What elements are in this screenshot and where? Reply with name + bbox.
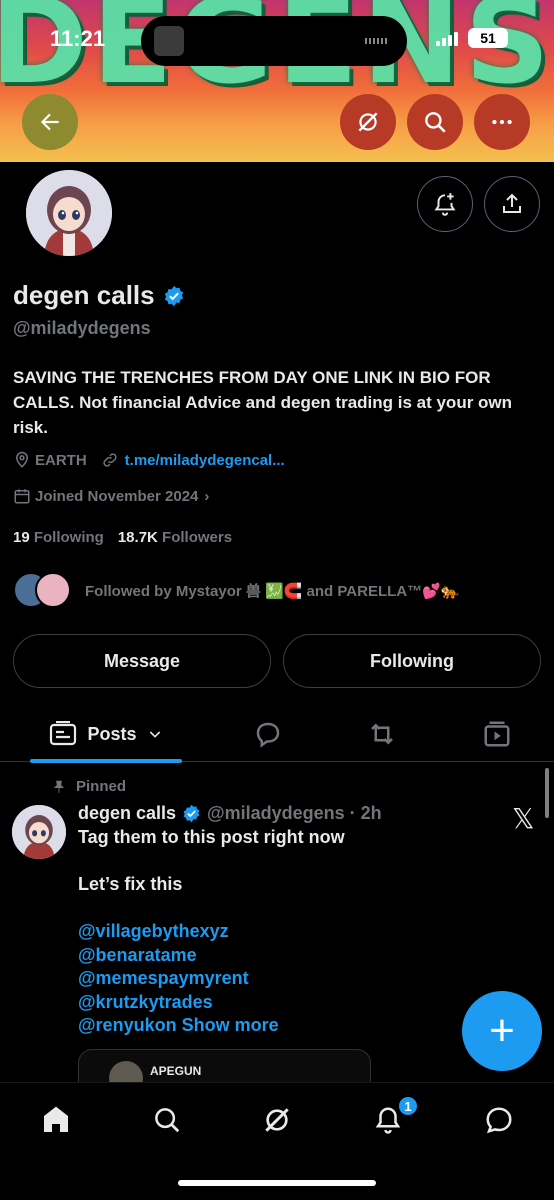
verified-badge-icon	[183, 804, 200, 823]
post-author-avatar[interactable]	[12, 805, 66, 859]
search-icon	[155, 1108, 180, 1133]
joined-row[interactable]: Joined November 2024 ›	[13, 487, 209, 505]
active-tab-indicator	[30, 759, 182, 763]
repost-icon	[371, 723, 393, 745]
pinned-indicator: Pinned	[52, 778, 126, 795]
show-more-link[interactable]: Show more	[182, 1015, 279, 1035]
mention-link[interactable]: @benaratame	[78, 944, 508, 968]
signal-icon	[436, 30, 460, 46]
posts-icon	[50, 721, 77, 746]
following-label: Following	[33, 529, 104, 546]
followers-label: Followers	[162, 529, 233, 546]
grok-icon	[265, 1108, 289, 1132]
profile-handle: @miladydegens	[13, 318, 151, 338]
tab-media[interactable]	[475, 706, 519, 762]
post-author-name[interactable]: degen calls	[78, 803, 176, 824]
now-playing-thumbnail	[154, 26, 184, 56]
more-horizontal-icon	[492, 119, 512, 125]
dynamic-island[interactable]	[141, 16, 407, 66]
profile-tabs: Posts	[0, 706, 554, 763]
follower-avatar-2	[35, 572, 71, 608]
post-header: degen calls @miladydegens · 2h	[78, 803, 382, 824]
profile-bio: SAVING THE TRENCHES FROM DAY ONE LINK IN…	[13, 368, 513, 437]
nav-grok[interactable]	[255, 1098, 299, 1142]
notify-button[interactable]	[417, 176, 473, 232]
followers-count-link[interactable]: 18.7K Followers	[118, 529, 232, 546]
chevron-right-icon: ›	[204, 487, 210, 505]
more-button[interactable]	[474, 94, 530, 150]
pinned-label: Pinned	[76, 778, 127, 795]
bell-plus-icon	[434, 193, 456, 216]
display-name: degen calls	[13, 280, 185, 311]
grok-button[interactable]	[340, 94, 396, 150]
following-button[interactable]: Following	[283, 634, 541, 688]
post-handle-time: @miladydegens · 2h	[207, 803, 382, 823]
home-icon	[44, 1106, 68, 1132]
location-icon	[15, 451, 29, 468]
reply-icon	[256, 722, 280, 748]
mention-link[interactable]: @memespaymyrent	[78, 967, 508, 991]
chevron-down-icon	[149, 731, 160, 738]
mention-link[interactable]: @krutzkytrades	[78, 991, 508, 1015]
display-name-text: degen calls	[13, 280, 155, 310]
arrow-left-icon	[40, 113, 59, 131]
profile-link[interactable]: t.me/miladydegencal...	[125, 452, 285, 469]
scrollbar[interactable]	[545, 768, 549, 818]
post-line-2: Let’s fix this	[78, 874, 183, 894]
tab-replies[interactable]	[246, 706, 290, 762]
notification-badge: 1	[397, 1095, 419, 1117]
calendar-icon	[14, 489, 30, 504]
followed-by-row[interactable]: Followed by Mystayor 兽 💹🧲 and PARELLA™💕🐅	[13, 572, 459, 608]
tab-posts-label: Posts	[87, 723, 137, 744]
search-icon	[425, 112, 446, 133]
pin-icon	[53, 780, 65, 793]
profile-meta: EARTH t.me/miladydegencal...	[13, 451, 285, 469]
home-indicator[interactable]	[178, 1180, 376, 1186]
search-button[interactable]	[407, 94, 463, 150]
battery-icon: 51	[468, 28, 508, 48]
message-button[interactable]: Message	[13, 634, 271, 688]
joined-text: Joined November 2024	[35, 487, 199, 505]
compose-button[interactable]: +	[462, 991, 542, 1071]
nav-messages[interactable]	[477, 1098, 521, 1142]
post-line-1: Tag them to this post right now	[78, 827, 345, 847]
following-count-link[interactable]: 19 Following	[13, 529, 104, 546]
grok-icon	[358, 112, 378, 132]
link-icon	[103, 453, 117, 467]
followed-by-text: Followed by Mystayor 兽 💹🧲 and PARELLA™💕🐅	[85, 582, 460, 600]
followers-count: 18.7K	[117, 529, 158, 546]
tab-reposts[interactable]	[360, 706, 404, 762]
share-button[interactable]	[484, 176, 540, 232]
back-button[interactable]	[22, 94, 78, 150]
verified-badge-icon[interactable]	[163, 285, 185, 307]
following-count: 19	[13, 529, 30, 546]
share-icon	[503, 193, 521, 213]
location-text: EARTH	[35, 451, 87, 469]
x-logo-icon[interactable]: 𝕏	[512, 802, 535, 835]
mention-link[interactable]: @villagebythexyz	[78, 920, 508, 944]
tab-posts[interactable]: Posts	[30, 706, 182, 762]
nav-home[interactable]	[34, 1098, 78, 1142]
follow-counts: 19 Following 18.7K Followers	[13, 529, 232, 546]
mention-link[interactable]: @renyukon	[78, 1015, 177, 1035]
profile-avatar[interactable]	[22, 166, 116, 260]
chat-icon	[486, 1107, 512, 1134]
status-indicators: 51	[436, 28, 508, 48]
audio-wave-icon	[365, 38, 389, 44]
post-text[interactable]: Tag them to this post right now Let’s fi…	[78, 826, 508, 1038]
nav-search[interactable]	[145, 1098, 189, 1142]
status-time: 11:21	[50, 26, 106, 51]
embed-name: APEGUN	[150, 1064, 202, 1078]
video-icon	[484, 721, 510, 747]
